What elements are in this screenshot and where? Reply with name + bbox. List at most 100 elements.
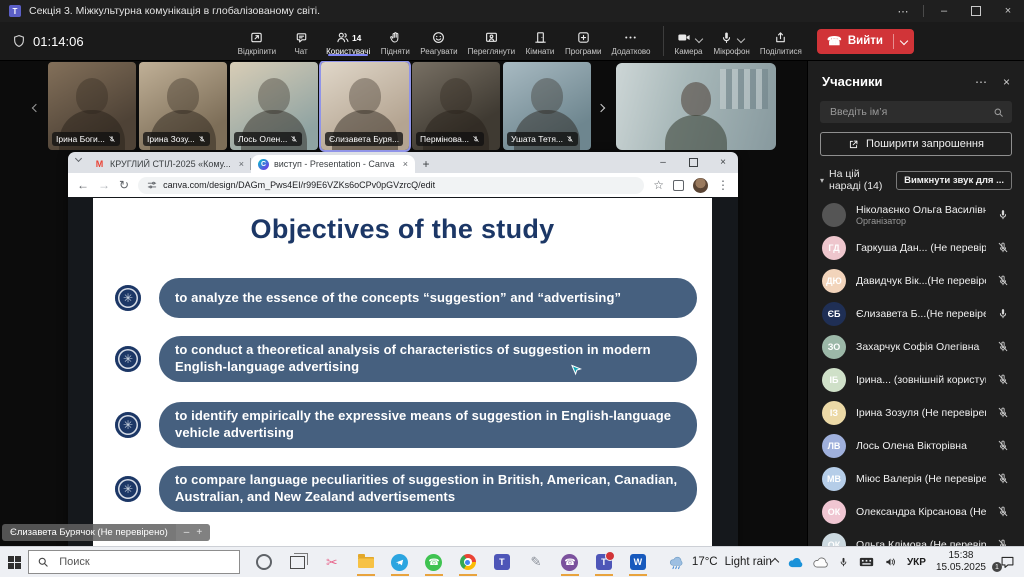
- cortana-icon[interactable]: [254, 552, 274, 572]
- participant-row[interactable]: ІЗ Ірина Зозуля (Не перевірено): [808, 396, 1024, 429]
- participant-row[interactable]: ОК Олександра Кірсанова (Не п...: [808, 495, 1024, 528]
- mic-muted-icon[interactable]: [996, 241, 1010, 254]
- teams-notification-icon[interactable]: T: [594, 552, 614, 572]
- participant-row[interactable]: ЛВ Лось Олена Вікторівна: [808, 429, 1024, 462]
- back-icon[interactable]: ←: [77, 178, 89, 192]
- url-box[interactable]: canva.com/design/DAGm_Pws4EI/r99E6VZKs6o…: [138, 177, 644, 194]
- tab-search-chevron-icon[interactable]: [76, 148, 81, 166]
- panel-close-icon[interactable]: ×: [1003, 75, 1010, 89]
- toolbar-button[interactable]: Відкріпити: [233, 26, 281, 56]
- participant-row[interactable]: ОК Ольга Клімова (Не перевірено): [808, 528, 1024, 546]
- file-explorer-icon[interactable]: [356, 552, 376, 572]
- taskbar-search[interactable]: [28, 550, 240, 574]
- share-invite-button[interactable]: Поширити запрошення: [820, 132, 1012, 156]
- more-options-icon[interactable]: ⋯: [887, 0, 919, 22]
- toolbar-button[interactable]: Реагувати: [415, 26, 462, 56]
- forward-icon[interactable]: →: [98, 178, 110, 192]
- extensions-icon[interactable]: [673, 180, 684, 191]
- tray-microphone-icon[interactable]: [838, 556, 849, 568]
- browser-profile-avatar[interactable]: [693, 178, 708, 193]
- toolbar-button[interactable]: Мікрофон: [709, 26, 755, 56]
- video-tile[interactable]: Єлизавета Буря...: [321, 62, 409, 150]
- site-settings-icon[interactable]: [147, 180, 157, 190]
- word-icon[interactable]: W: [628, 552, 648, 572]
- participant-row[interactable]: ГД Гаркуша Дан... (Не перевірено): [808, 231, 1024, 264]
- participant-row[interactable]: МВ Міюс Валерія (Не перевірено): [808, 462, 1024, 495]
- maximize-button[interactable]: [960, 0, 992, 22]
- new-tab-button[interactable]: +: [415, 157, 437, 171]
- task-view-icon[interactable]: [288, 552, 308, 572]
- whatsapp-icon[interactable]: ☎: [424, 552, 444, 572]
- browser-minimize-button[interactable]: –: [648, 152, 678, 172]
- collapse-icon[interactable]: –: [184, 527, 190, 538]
- taskbar-weather[interactable]: 17°C Light rain: [668, 555, 772, 570]
- chrome-icon[interactable]: [458, 552, 478, 572]
- toolbar-button[interactable]: Переглянути: [463, 26, 520, 56]
- touch-keyboard-icon[interactable]: [859, 557, 874, 567]
- mic-on-icon[interactable]: [996, 208, 1010, 221]
- toolbar-button[interactable]: Камера: [663, 26, 709, 56]
- bookmark-star-icon[interactable]: ☆: [653, 178, 664, 192]
- speaker-icon[interactable]: [884, 556, 897, 568]
- video-tile[interactable]: Пермінова...: [412, 62, 500, 150]
- toolbar-button[interactable]: 14 Користувачі: [321, 26, 375, 56]
- action-center-icon[interactable]: 1: [996, 555, 1018, 569]
- close-button[interactable]: ×: [992, 0, 1024, 22]
- viber-icon[interactable]: ☎: [560, 552, 580, 572]
- toolbar-button[interactable]: Додатково: [606, 26, 655, 56]
- leave-button[interactable]: ☎ Вийти: [817, 29, 914, 54]
- start-button[interactable]: [0, 547, 28, 577]
- mic-muted-icon[interactable]: [996, 538, 1010, 546]
- participant-row[interactable]: ІБ Ірина... (зовнішній користувач): [808, 363, 1024, 396]
- toolbar-button[interactable]: Поділитися: [755, 26, 807, 56]
- taskbar-clock[interactable]: 15:38 15.05.2025: [936, 550, 986, 574]
- snipping-tool-icon[interactable]: ✂: [322, 552, 342, 572]
- browser-tab[interactable]: M C виступ - Presentation - Canva ×: [251, 155, 415, 173]
- mic-muted-icon[interactable]: [996, 274, 1010, 287]
- teams-icon[interactable]: T: [492, 552, 512, 572]
- participant-search-input[interactable]: [828, 105, 993, 119]
- toolbar-button[interactable]: Кімнати: [520, 26, 560, 56]
- participant-search[interactable]: [820, 101, 1012, 123]
- mic-on-icon[interactable]: [996, 307, 1010, 320]
- video-tile[interactable]: Ірина Зозу...: [139, 62, 227, 150]
- mic-muted-icon[interactable]: [996, 406, 1010, 419]
- browser-tab[interactable]: M C КРУГЛИЙ СТІЛ-2025 «Кому... ×: [87, 155, 251, 173]
- participant-row[interactable]: Ніколаєнко Ольга Василівна Організатор: [808, 198, 1024, 231]
- toolbar-button[interactable]: Чат: [281, 26, 321, 56]
- panel-more-icon[interactable]: ⋯: [975, 75, 987, 89]
- browser-close-button[interactable]: ×: [708, 152, 738, 172]
- language-indicator[interactable]: УКР: [907, 557, 926, 568]
- section-collapse-icon[interactable]: ▾: [820, 176, 824, 185]
- mic-muted-icon[interactable]: [996, 439, 1010, 452]
- taskbar-search-input[interactable]: [57, 555, 231, 569]
- filmstrip-next-button[interactable]: [598, 98, 604, 116]
- participant-row[interactable]: ЗО Захарчук Софія Олегівна: [808, 330, 1024, 363]
- participant-row[interactable]: ЄБ Єлизавета Б...(Не перевірено): [808, 297, 1024, 330]
- leave-button-main[interactable]: ☎ Вийти: [817, 34, 893, 48]
- video-tile[interactable]: Лось Олен...: [230, 62, 318, 150]
- video-tile[interactable]: Ушата Тетя...: [503, 62, 591, 150]
- browser-maximize-button[interactable]: [678, 152, 708, 172]
- filmstrip-prev-button[interactable]: [33, 98, 39, 116]
- video-tile[interactable]: Ірина Боги...: [48, 62, 136, 150]
- chevron-down-icon[interactable]: [738, 29, 744, 47]
- paint-app-icon[interactable]: ✎: [526, 552, 546, 572]
- chevron-down-icon[interactable]: [696, 29, 702, 47]
- browser-menu-kebab-icon[interactable]: ⋮: [717, 178, 729, 192]
- participant-row[interactable]: ДЮ Давидчук Вік...(Не перевірено): [808, 264, 1024, 297]
- mute-all-button[interactable]: Вимкнути звук для ...: [896, 171, 1012, 190]
- refresh-icon[interactable]: ↻: [119, 178, 129, 192]
- toolbar-button[interactable]: Підняти: [375, 26, 415, 56]
- toolbar-button[interactable]: Програми: [560, 26, 606, 56]
- minimize-button[interactable]: –: [928, 0, 960, 22]
- hidden-icons-chevron-icon[interactable]: [772, 559, 778, 565]
- mic-muted-icon[interactable]: [996, 373, 1010, 386]
- telegram-icon[interactable]: [390, 552, 410, 572]
- tab-close-icon[interactable]: ×: [239, 159, 244, 169]
- leave-options-chevron[interactable]: [894, 38, 914, 44]
- onedrive-cloud-icon[interactable]: [788, 557, 803, 568]
- tab-close-icon[interactable]: ×: [403, 159, 408, 169]
- expand-icon[interactable]: +: [196, 527, 202, 538]
- mic-muted-icon[interactable]: [996, 340, 1010, 353]
